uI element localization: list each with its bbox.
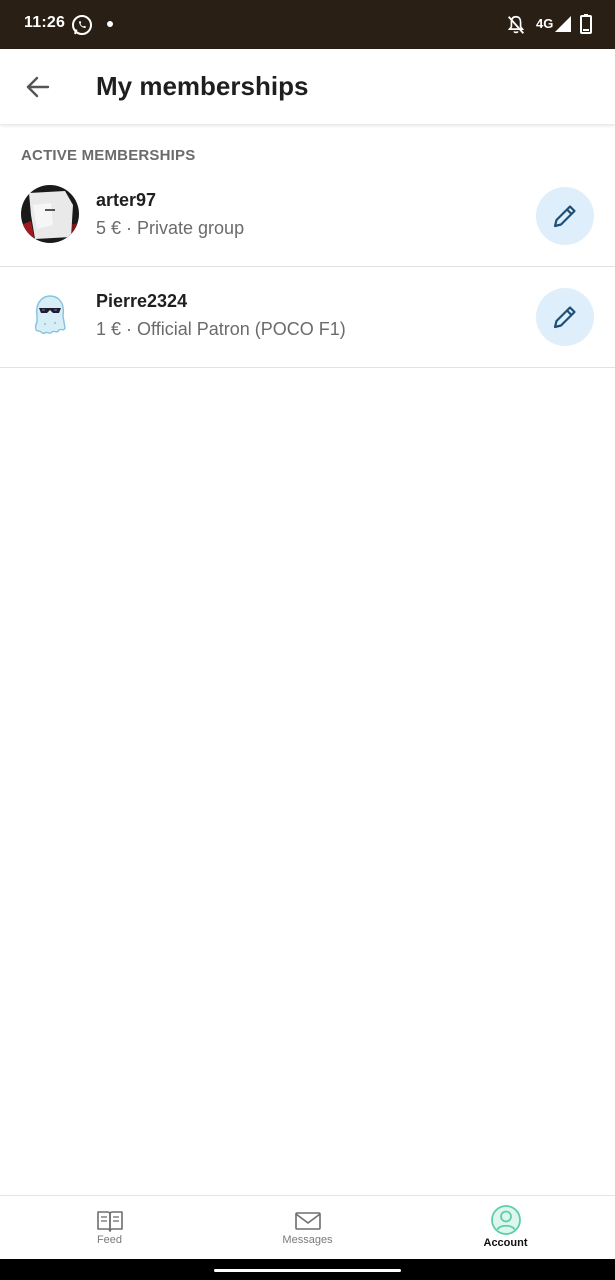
envelope-icon xyxy=(294,1212,321,1230)
avatar xyxy=(21,185,79,243)
member-name: Pierre2324 xyxy=(96,291,188,311)
member-name: arter97 xyxy=(96,190,157,210)
member-details: 5 € · Private group xyxy=(96,218,245,238)
battery-icon xyxy=(580,14,592,34)
network-type: 4G xyxy=(536,16,554,31)
membership-row[interactable]: Pierre2324 1 € · Official Patron (POCO F… xyxy=(0,267,615,368)
home-handle[interactable] xyxy=(214,1269,401,1272)
member-details: 1 € · Official Patron (POCO F1) xyxy=(96,319,346,339)
app-header: My memberships xyxy=(0,49,615,124)
nav-label: Messages xyxy=(282,1234,333,1246)
pencil-icon xyxy=(553,306,576,329)
nav-item-messages[interactable]: Messages xyxy=(205,1196,410,1260)
user-circle-icon xyxy=(490,1205,521,1235)
edit-button[interactable] xyxy=(536,187,594,245)
nav-item-account[interactable]: Account xyxy=(403,1196,608,1260)
membership-row[interactable]: arter97 5 € · Private group xyxy=(0,166,615,267)
whatsapp-icon xyxy=(72,15,92,35)
nav-label: Feed xyxy=(96,1234,123,1246)
edit-button[interactable] xyxy=(536,288,594,346)
nav-item-feed[interactable]: Feed xyxy=(7,1196,212,1260)
book-icon xyxy=(96,1211,123,1232)
nav-label: Account xyxy=(483,1237,528,1249)
bell-off-icon xyxy=(507,15,525,34)
notification-dot xyxy=(107,21,113,27)
section-label: ACTIVE MEMBERSHIPS xyxy=(21,147,196,164)
pencil-icon xyxy=(553,205,576,228)
signal-icon xyxy=(555,16,571,32)
status-time: 11:26 xyxy=(24,14,66,31)
back-button[interactable] xyxy=(18,67,58,107)
page-title: My memberships xyxy=(96,71,309,101)
bottom-nav: Feed Messages Account xyxy=(0,1195,615,1260)
gesture-bar xyxy=(0,1259,615,1280)
arrow-left-icon xyxy=(26,76,50,98)
avatar xyxy=(21,286,79,344)
status-bar: 11:26 4G xyxy=(0,0,615,49)
